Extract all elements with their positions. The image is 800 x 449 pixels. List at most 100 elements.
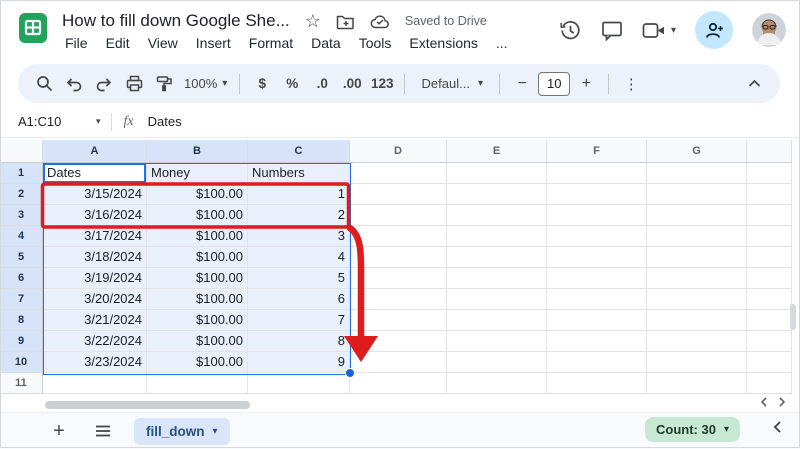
cell-F5[interactable] [547,247,647,268]
cell-G9[interactable] [647,331,747,352]
row-header-6[interactable]: 6 [0,268,43,289]
paint-format-icon[interactable] [150,70,178,98]
cell-A7[interactable]: 3/20/2024 [43,289,147,310]
cell-G4[interactable] [647,226,747,247]
cell-A6[interactable]: 3/19/2024 [43,268,147,289]
saved-cloud-icon[interactable] [370,14,390,29]
cell-C11[interactable] [248,373,350,394]
column-header-B[interactable]: B [147,140,248,163]
decrease-decimal-button[interactable]: .0 [308,70,336,98]
cell-A9[interactable]: 3/22/2024 [43,331,147,352]
increase-decimal-button[interactable]: .00 [338,70,366,98]
hide-menus-icon[interactable] [740,70,768,98]
cell-H11[interactable] [747,373,792,394]
scroll-left-icon[interactable] [760,397,768,407]
cell-E4[interactable] [447,226,547,247]
cell-D2[interactable] [350,184,447,205]
horizontal-scrollbar[interactable] [45,401,250,409]
formula-input[interactable]: Dates [148,114,182,129]
meet-caret-icon[interactable]: ▾ [671,25,676,36]
cell-B6[interactable]: $100.00 [147,268,248,289]
cell-H8[interactable] [747,310,792,331]
cell-B4[interactable]: $100.00 [147,226,248,247]
cell-F2[interactable] [547,184,647,205]
cell-D6[interactable] [350,268,447,289]
cell-G11[interactable] [647,373,747,394]
account-avatar[interactable] [752,13,786,47]
cell-F9[interactable] [547,331,647,352]
undo-icon[interactable] [60,70,88,98]
cell-H3[interactable] [747,205,792,226]
cell-D3[interactable] [350,205,447,226]
cell-C5[interactable]: 4 [248,247,350,268]
cell-G8[interactable] [647,310,747,331]
cell-A2[interactable]: 3/15/2024 [43,184,147,205]
column-header-A[interactable]: A [43,140,147,163]
cell-A10[interactable]: 3/23/2024 [43,352,147,373]
cell-E11[interactable] [447,373,547,394]
cell-E1[interactable] [447,163,547,184]
cell-G6[interactable] [647,268,747,289]
print-icon[interactable] [120,70,148,98]
cell-F10[interactable] [547,352,647,373]
column-header-E[interactable]: E [447,140,547,163]
search-icon[interactable] [30,70,58,98]
fill-handle[interactable] [345,368,355,378]
cell-C3[interactable]: 2 [248,205,350,226]
name-box[interactable]: A1:C10 [12,114,94,129]
cell-E8[interactable] [447,310,547,331]
sheet-tab-caret-icon[interactable]: ▾ [213,426,218,437]
cell-C4[interactable]: 3 [248,226,350,247]
cell-B9[interactable]: $100.00 [147,331,248,352]
cell-H6[interactable] [747,268,792,289]
scroll-right-icon[interactable] [778,397,786,407]
cell-B8[interactable]: $100.00 [147,310,248,331]
sheet-tab-fill-down[interactable]: fill_down ▾ [134,418,230,445]
row-header-4[interactable]: 4 [0,226,43,247]
cell-B1[interactable]: Money [147,163,248,184]
menu-data[interactable]: Data [302,33,350,53]
menu-format[interactable]: Format [240,33,302,53]
meet-video-icon[interactable]: ▾ [642,22,676,39]
row-header-10[interactable]: 10 [0,352,43,373]
name-box-caret-icon[interactable]: ▾ [96,116,101,127]
comments-icon[interactable] [601,20,623,41]
cell-F1[interactable] [547,163,647,184]
menu-extensions[interactable]: Extensions [400,33,486,53]
cell-B10[interactable]: $100.00 [147,352,248,373]
cell-A1[interactable]: Dates [43,163,147,184]
cell-G3[interactable] [647,205,747,226]
cell-G5[interactable] [647,247,747,268]
cell-C10[interactable]: 9 [248,352,350,373]
share-button[interactable] [695,11,733,49]
star-icon[interactable]: ☆ [305,12,321,30]
cell-G10[interactable] [647,352,747,373]
cell-D7[interactable] [350,289,447,310]
cell-A5[interactable]: 3/18/2024 [43,247,147,268]
cell-F11[interactable] [547,373,647,394]
menu-tools[interactable]: Tools [350,33,401,53]
menu-file[interactable]: File [56,33,97,53]
cell-C7[interactable]: 6 [248,289,350,310]
row-header-2[interactable]: 2 [0,184,43,205]
cell-D5[interactable] [350,247,447,268]
cell-H9[interactable] [747,331,792,352]
cell-E2[interactable] [447,184,547,205]
menu-edit[interactable]: Edit [97,33,139,53]
cell-E3[interactable] [447,205,547,226]
cell-E7[interactable] [447,289,547,310]
cell-F8[interactable] [547,310,647,331]
cell-H1[interactable] [747,163,792,184]
document-title[interactable]: How to fill down Google She... [62,11,290,31]
count-badge[interactable]: Count: 30 ▾ [645,417,740,442]
cell-A3[interactable]: 3/16/2024 [43,205,147,226]
vertical-scrollbar[interactable] [790,304,796,330]
cell-F7[interactable] [547,289,647,310]
open-side-panel-icon[interactable] [773,421,782,433]
cell-B11[interactable] [147,373,248,394]
font-size-input[interactable]: 10 [538,72,570,96]
row-header-9[interactable]: 9 [0,331,43,352]
cell-E6[interactable] [447,268,547,289]
zoom-select[interactable]: 100% ▾ [180,76,231,91]
cell-D11[interactable] [350,373,447,394]
